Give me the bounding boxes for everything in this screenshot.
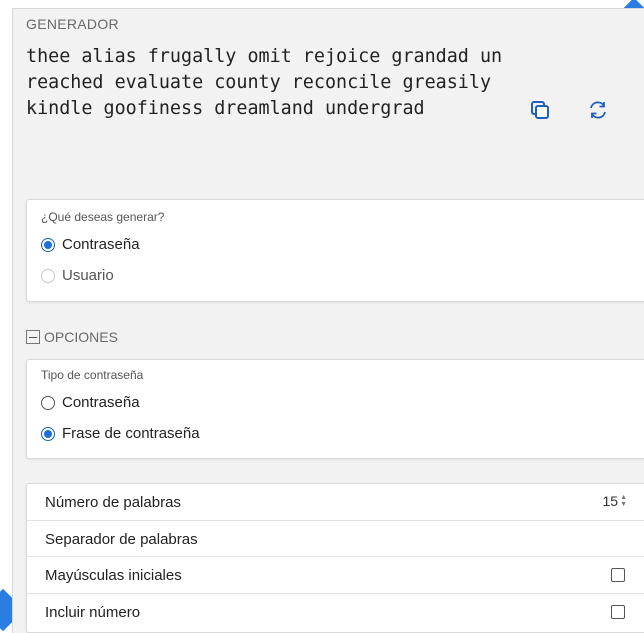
- option-row-capitalize: Mayúsculas iniciales: [27, 557, 644, 594]
- copy-icon: [531, 101, 549, 119]
- include-number-label: Incluir número: [45, 603, 141, 621]
- refresh-icon: [590, 101, 606, 119]
- password-type-label: Tipo de contraseña: [41, 368, 144, 382]
- radio-option-username[interactable]: Usuario: [41, 267, 114, 284]
- num-words-stepper[interactable]: 15 ▲ ▼: [602, 493, 627, 509]
- radio-unchecked-icon[interactable]: [41, 268, 55, 283]
- option-row-num-words: Número de palabras 15 ▲ ▼: [27, 484, 644, 521]
- radio-checked-icon[interactable]: [41, 237, 55, 252]
- options-collapse-toggle[interactable]: OPCIONES: [26, 329, 118, 345]
- options-header-label: OPCIONES: [44, 329, 118, 345]
- radio-label: Frase de contraseña: [62, 425, 200, 442]
- radio-option-password[interactable]: Contraseña: [41, 236, 140, 253]
- stepper-arrows-icon[interactable]: ▲ ▼: [620, 494, 627, 508]
- include-number-checkbox[interactable]: [611, 604, 625, 619]
- generated-passphrase[interactable]: thee alias frugally omit rejoice grandad…: [26, 44, 506, 122]
- password-type-card: Tipo de contraseña Contraseña Frase de c…: [26, 359, 644, 459]
- regenerate-button[interactable]: [584, 96, 612, 124]
- capitalize-label: Mayúsculas iniciales: [45, 567, 182, 584]
- option-row-include-number: Incluir número: [27, 594, 644, 631]
- radio-label: Contraseña: [62, 236, 140, 253]
- generate-type-card: ¿Qué deseas generar? Contraseña Usuario: [26, 199, 644, 302]
- capitalize-checkbox[interactable]: [611, 568, 625, 582]
- collapse-icon: [26, 330, 40, 344]
- num-words-label: Número de palabras: [45, 494, 181, 511]
- num-words-value[interactable]: 15: [602, 493, 618, 509]
- generate-type-label: ¿Qué deseas generar?: [41, 210, 165, 224]
- radio-option-password-type[interactable]: Contraseña: [41, 394, 140, 411]
- copy-button[interactable]: [526, 96, 554, 124]
- radio-unchecked-icon[interactable]: [41, 395, 55, 410]
- option-row-separator[interactable]: Separador de palabras: [27, 521, 644, 557]
- radio-checked-icon[interactable]: [41, 426, 55, 441]
- radio-option-passphrase[interactable]: Frase de contraseña: [41, 425, 200, 442]
- generator-title: GENERADOR: [26, 16, 119, 32]
- passphrase-options-card: Número de palabras 15 ▲ ▼ Separador de pa…: [26, 483, 644, 633]
- radio-label: Contraseña: [62, 394, 140, 411]
- separator-label: Separador de palabras: [45, 530, 198, 548]
- radio-label: Usuario: [62, 267, 114, 284]
